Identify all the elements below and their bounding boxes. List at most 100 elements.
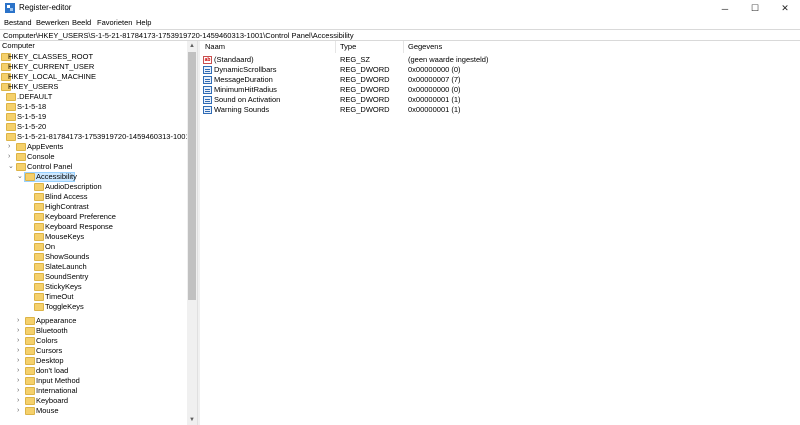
tree-scrollbar[interactable]: ▲ ▼ <box>187 41 197 425</box>
tree-node-hklm[interactable]: HKEY_LOCAL_MACHINE <box>0 72 190 82</box>
tree-node-accessibility-child[interactable]: Keyboard Preference <box>0 212 190 222</box>
chevron-right-icon[interactable]: › <box>8 152 14 162</box>
tree-node-console[interactable]: › Console <box>0 152 190 162</box>
tree-node-s-1-5-18[interactable]: S-1-5-18 <box>0 102 190 112</box>
tree-label: International <box>36 386 78 395</box>
tree-node-hku[interactable]: HKEY_USERS <box>0 82 190 92</box>
value-type: REG_DWORD <box>340 75 390 84</box>
address-bar[interactable]: Computer\HKEY_USERS\S-1-5-21-81784173-17… <box>0 29 800 41</box>
tree-label: Colors <box>36 336 58 345</box>
chevron-right-icon[interactable]: › <box>17 336 23 346</box>
tree-node-accessibility-child[interactable]: On <box>0 242 190 252</box>
folder-icon <box>34 273 44 281</box>
tree-node-accessibility-child[interactable]: ShowSounds <box>0 252 190 262</box>
value-row[interactable]: Sound on Activation REG_DWORD 0x00000001 (… <box>200 95 800 105</box>
folder-open-icon <box>25 173 35 181</box>
tree-label: SoundSentry <box>45 272 89 281</box>
folder-icon <box>25 387 35 395</box>
tree-label: HKEY_CURRENT_USER <box>8 62 95 71</box>
folder-icon <box>25 367 35 375</box>
tree-node-control-panel[interactable]: ⌄ Control Panel <box>0 162 190 172</box>
column-divider[interactable] <box>403 41 404 53</box>
tree-node-accessibility-child[interactable]: Keyboard Response <box>0 222 190 232</box>
tree-node-s-1-5-19[interactable]: S-1-5-19 <box>0 112 190 122</box>
tree-node-accessibility-child[interactable]: TimeOut <box>0 292 190 302</box>
column-header-data[interactable]: Gegevens <box>408 42 442 52</box>
chevron-down-icon[interactable]: ⌄ <box>17 172 23 182</box>
chevron-right-icon[interactable]: › <box>17 346 23 356</box>
tree-node-accessibility-child[interactable]: Blind Access <box>0 192 190 202</box>
menu-bewerken[interactable]: Bewerken <box>36 18 69 27</box>
menu-help[interactable]: Help <box>136 18 151 27</box>
chevron-down-icon[interactable]: ⌄ <box>8 162 14 172</box>
tree-node-default[interactable]: .DEFAULT <box>0 92 190 102</box>
value-row[interactable]: ab (Standaard) REG_SZ (geen waarde ingestel… <box>200 55 800 65</box>
menu-favorieten[interactable]: Favorieten <box>97 18 132 27</box>
tree-node-control-panel-child[interactable]: › Bluetooth <box>0 326 190 336</box>
chevron-right-icon[interactable]: › <box>8 142 14 152</box>
tree-node-accessibility-child[interactable]: HighContrast <box>0 202 190 212</box>
chevron-right-icon[interactable]: › <box>17 326 23 336</box>
tree-node-hkcr[interactable]: HKEY_CLASSES_ROOT <box>0 52 190 62</box>
menu-bar: Bestand Bewerken Beeld Favorieten Help <box>0 17 800 29</box>
tree-node-control-panel-child[interactable]: › Colors <box>0 336 190 346</box>
tree-node-appevents[interactable]: › AppEvents <box>0 142 190 152</box>
value-row[interactable]: Warning Sounds REG_DWORD 0x00000001 (1) <box>200 105 800 115</box>
tree-node-hkcu[interactable]: HKEY_CURRENT_USER <box>0 62 190 72</box>
close-button[interactable]: ✕ <box>770 0 800 17</box>
tree-label: Accessibility <box>36 172 77 181</box>
folder-icon <box>34 283 44 291</box>
tree-node-accessibility-child[interactable]: SlateLaunch <box>0 262 190 272</box>
value-row[interactable]: MessageDuration REG_DWORD 0x00000007 (7) <box>200 75 800 85</box>
minimize-button[interactable]: ─ <box>710 0 740 17</box>
value-row[interactable]: DynamicScrollbars REG_DWORD 0x00000000 (0) <box>200 65 800 75</box>
menu-bestand[interactable]: Bestand <box>4 18 32 27</box>
tree-label: SlateLaunch <box>45 262 87 271</box>
tree-node-control-panel-child[interactable]: › Mouse <box>0 406 190 416</box>
tree-node-accessibility-child[interactable]: AudioDescription <box>0 182 190 192</box>
folder-icon <box>16 153 26 161</box>
menu-beeld[interactable]: Beeld <box>72 18 91 27</box>
value-data: 0x00000000 (0) <box>408 65 461 74</box>
chevron-right-icon[interactable]: › <box>17 386 23 396</box>
chevron-right-icon[interactable]: › <box>17 406 23 416</box>
column-divider[interactable] <box>335 41 336 53</box>
column-header-name[interactable]: Naam <box>205 42 225 52</box>
tree-node-control-panel-child[interactable]: › don't load <box>0 366 190 376</box>
tree-node-accessibility[interactable]: ⌄ Accessibility <box>0 172 190 182</box>
address-path[interactable]: Computer\HKEY_USERS\S-1-5-21-81784173-17… <box>3 31 354 40</box>
tree-node-control-panel-child[interactable]: › Input Method <box>0 376 190 386</box>
tree-node-control-panel-child[interactable]: › Keyboard <box>0 396 190 406</box>
chevron-right-icon[interactable]: › <box>17 356 23 366</box>
value-data: 0x00000001 (1) <box>408 105 461 114</box>
tree-node-user-sid[interactable]: S-1-5-21-81784173-1753919720-1459460313-… <box>0 132 190 142</box>
maximize-button[interactable]: ☐ <box>740 0 770 17</box>
scroll-down-icon[interactable]: ▼ <box>187 415 197 425</box>
key-tree[interactable]: Computer HKEY_CLASSES_ROOT HKEY_CURRENT_… <box>0 41 197 425</box>
tree-node-accessibility-child[interactable]: SoundSentry <box>0 272 190 282</box>
registry-editor-icon <box>5 3 15 13</box>
chevron-right-icon[interactable]: › <box>17 366 23 376</box>
value-name: MessageDuration <box>214 75 273 84</box>
tree-node-accessibility-child[interactable]: MouseKeys <box>0 232 190 242</box>
tree-label: don't load <box>36 366 69 375</box>
value-row[interactable]: MinimumHitRadius REG_DWORD 0x00000000 (0) <box>200 85 800 95</box>
column-header-type[interactable]: Type <box>340 42 356 52</box>
tree-label: Keyboard Response <box>45 222 113 231</box>
chevron-right-icon[interactable]: › <box>17 376 23 386</box>
scroll-thumb[interactable] <box>188 52 196 300</box>
tree-node-accessibility-child[interactable]: ToggleKeys <box>0 302 190 312</box>
tree-node-control-panel-child[interactable]: › Cursors <box>0 346 190 356</box>
tree-label: Control Panel <box>27 162 73 171</box>
chevron-right-icon[interactable]: › <box>17 396 23 406</box>
tree-node-control-panel-child[interactable]: › Appearance <box>0 316 190 326</box>
tree-node-accessibility-child[interactable]: StickyKeys <box>0 282 190 292</box>
value-type: REG_DWORD <box>340 105 390 114</box>
tree-node-control-panel-child[interactable]: › International <box>0 386 190 396</box>
tree-node-s-1-5-20[interactable]: S-1-5-20 <box>0 122 190 132</box>
tree-label: HKEY_USERS <box>8 82 59 91</box>
scroll-up-icon[interactable]: ▲ <box>187 41 197 51</box>
value-list[interactable]: Naam Type Gegevens ab (Standaard) REG_SZ (g… <box>200 41 800 425</box>
chevron-right-icon[interactable]: › <box>17 316 23 326</box>
tree-node-control-panel-child[interactable]: › Desktop <box>0 356 190 366</box>
